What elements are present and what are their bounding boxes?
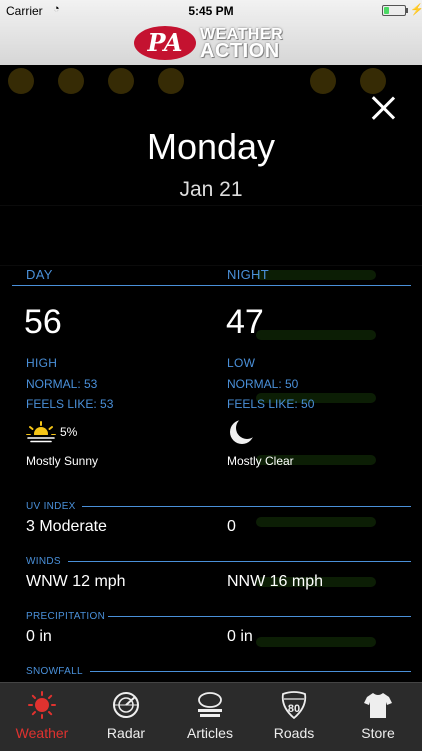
battery-icon bbox=[382, 5, 408, 16]
bg-temp-circle bbox=[310, 68, 336, 94]
bg-temp-circle bbox=[58, 68, 84, 94]
tab-label: Roads bbox=[273, 725, 315, 741]
precip-night-value: 0 in bbox=[227, 628, 253, 645]
tab-label: Store bbox=[361, 725, 395, 741]
roads-shield-text: 80 bbox=[288, 703, 300, 715]
logo-badge: PA bbox=[134, 26, 196, 60]
close-button[interactable] bbox=[370, 95, 396, 121]
tab-label: Weather bbox=[15, 725, 69, 741]
date-subtitle: Jan 21 bbox=[179, 178, 243, 201]
bg-temp-circle bbox=[360, 68, 386, 94]
tab-weather[interactable]: Weather bbox=[0, 683, 84, 751]
night-condition: Mostly Clear bbox=[227, 454, 294, 468]
day-feels-like: FEELS LIKE: 53 bbox=[26, 397, 114, 411]
mostly-sunny-icon bbox=[26, 421, 56, 444]
tab-bar: Weather Radar Articles 80 Roads Store bbox=[0, 682, 422, 751]
tab-radar[interactable]: Radar bbox=[84, 683, 168, 751]
tab-store[interactable]: Store bbox=[336, 683, 420, 751]
night-temp: 47 bbox=[226, 303, 264, 341]
snowfall-label: SNOWFALL bbox=[26, 666, 83, 677]
uv-day-value: 3 Moderate bbox=[26, 518, 107, 535]
status-time: 5:45 PM bbox=[188, 4, 234, 18]
logo-word-action: ACTION bbox=[200, 40, 280, 62]
radar-icon bbox=[113, 692, 139, 718]
day-condition: Mostly Sunny bbox=[26, 454, 99, 468]
app-header: PA WEATHER ACTION bbox=[0, 20, 422, 65]
bg-temp-bar bbox=[256, 517, 376, 527]
bg-temp-circle bbox=[8, 68, 34, 94]
tab-roads[interactable]: 80 Roads bbox=[252, 683, 336, 751]
day-temp: 56 bbox=[24, 303, 62, 341]
bg-temp-bar bbox=[256, 637, 376, 647]
night-feels-like: FEELS LIKE: 50 bbox=[227, 397, 315, 411]
night-normal: NORMAL: 50 bbox=[227, 377, 299, 391]
winds-day-value: WNW 12 mph bbox=[26, 573, 126, 590]
day-heading: DAY bbox=[26, 267, 53, 282]
tab-label: Radar bbox=[106, 725, 146, 741]
snowfall-divider bbox=[90, 671, 411, 672]
bg-temp-circle bbox=[158, 68, 184, 94]
bg-temp-circle bbox=[108, 68, 134, 94]
precipitation-divider bbox=[108, 616, 411, 617]
bg-divider bbox=[0, 265, 422, 266]
night-heading: NIGHT bbox=[227, 267, 269, 282]
precipitation-label: PRECIPITATION bbox=[26, 611, 106, 622]
winds-night-value: NNW 16 mph bbox=[227, 573, 324, 590]
uv-index-label: UV INDEX bbox=[26, 501, 76, 512]
day-normal: NORMAL: 53 bbox=[26, 377, 98, 391]
interstate-80-icon: 80 bbox=[281, 691, 307, 719]
day-precip-chance: 5% bbox=[60, 425, 78, 439]
tab-articles[interactable]: Articles bbox=[168, 683, 252, 751]
status-bar: Carrier ◔ 5:45 PM ⚡ bbox=[0, 0, 422, 20]
winds-label: WINDS bbox=[26, 556, 61, 567]
winds-divider bbox=[68, 561, 411, 562]
bg-temp-bar bbox=[256, 330, 376, 340]
moon-icon bbox=[230, 418, 256, 444]
low-label: LOW bbox=[227, 356, 256, 370]
shirt-icon bbox=[364, 693, 392, 718]
charging-icon: ⚡ bbox=[410, 4, 422, 16]
bg-divider bbox=[0, 205, 422, 206]
bg-temp-bar bbox=[256, 270, 376, 280]
heading-divider bbox=[12, 285, 411, 286]
precip-day-value: 0 in bbox=[26, 628, 52, 645]
high-label: HIGH bbox=[26, 356, 58, 370]
tab-label: Articles bbox=[187, 725, 233, 741]
uv-divider bbox=[82, 506, 411, 507]
uv-night-value: 0 bbox=[227, 518, 236, 535]
articles-logo-icon bbox=[198, 692, 222, 717]
sun-icon bbox=[28, 691, 56, 719]
weather-action-logo: PA WEATHER ACTION bbox=[134, 24, 294, 62]
day-title: Monday bbox=[146, 126, 276, 167]
